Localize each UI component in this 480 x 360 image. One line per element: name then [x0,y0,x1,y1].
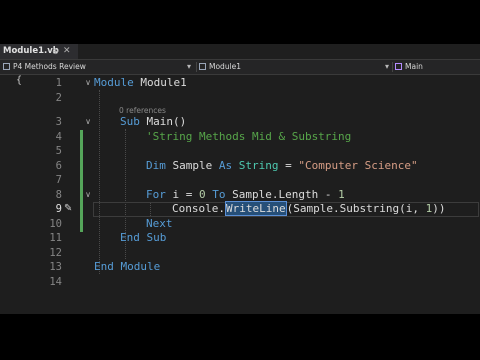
method-icon [395,63,402,70]
member-label: Main [405,62,423,71]
navigation-bar: P4 Methods Review ▾ Module1 ▾ Main [0,60,480,75]
code-editor[interactable]: { 1 2 3 4 5 6 7 8 9 10 11 12 13 14 ✎ ∨ ∨… [0,75,480,314]
tab-module1[interactable]: Module1.vb ⊕ ✕ [0,44,78,59]
project-dropdown[interactable]: P4 Methods Review ▾ [3,60,193,74]
line-number: 6 [55,159,62,172]
line-number: 4 [55,130,62,143]
collapse-icon[interactable]: ∨ [84,76,92,91]
expression: )) [432,202,446,215]
keyword: Sub [120,115,140,128]
document-tab-bar: Module1.vb ⊕ ✕ [0,44,480,60]
keyword: To [212,187,226,201]
line-number: 3 [55,116,62,128]
keyword: End Sub [120,231,167,244]
code-line-11: End Sub [120,231,166,246]
project-label: P4 Methods Review [13,62,86,71]
keyword: Dim [146,158,166,172]
line-number-current: 9 [55,203,62,215]
line-number: 8 [55,188,62,201]
line-number: 10 [49,217,62,230]
string-literal: "Computer Science" [298,158,418,172]
indent-guide [99,90,100,274]
quick-actions-icon[interactable]: ✎ [64,203,72,214]
change-tracking-bar [80,129,83,232]
line-number: 1 [55,77,62,89]
chevron-down-icon: ▾ [187,62,192,71]
number-literal: 0 [199,187,206,201]
divider [196,62,197,72]
keyword: Module [94,76,134,89]
line-number: 12 [49,246,62,259]
keyword: End Module [94,260,161,273]
line-number: 5 [55,145,62,157]
identifier: Console. [172,202,225,215]
collapse-icon[interactable]: ∨ [84,188,92,203]
type-name: String [238,158,279,172]
code-line-8: For i = 0 To Sample.Length - 1 [146,188,345,203]
code-line-10: Next [146,217,173,232]
code-line-13: End Module [94,260,160,275]
pin-icon[interactable]: ⊕ [52,44,59,59]
code-line-6: Dim Sample As String = "Computer Science… [146,159,418,174]
module-icon [199,63,206,70]
number-literal: 1 [338,187,345,201]
code-line-3: Sub Main() [120,115,186,130]
line-number: 7 [55,174,62,186]
type-dropdown[interactable]: Module1 ▾ [199,60,389,74]
keyword: As [218,158,233,172]
line-number: 14 [49,275,62,288]
keyword: For [146,187,166,201]
comment: 'String Methods Mid & Substring [146,129,352,143]
brace-indicator-icon: { [16,75,23,86]
chevron-down-icon: ▾ [385,62,390,71]
identifier: i = [165,187,199,201]
operator: = [278,158,299,172]
line-number: 2 [55,91,62,104]
tab-label: Module1.vb [3,46,59,56]
vb-project-icon [3,63,10,70]
identifier: Module1 [133,76,187,89]
code-line-4: 'String Methods Mid & Substring [146,130,351,145]
close-icon[interactable]: ✕ [63,44,71,59]
expression: (Sample.Substring(i, [286,202,426,215]
line-number: 11 [49,232,62,244]
divider [392,62,393,72]
identifier: Main() [139,115,187,128]
keyword: Next [146,216,173,230]
line-number: 13 [49,261,62,273]
code-line-9: Console.WriteLine(Sample.Substring(i, 1)… [172,201,446,217]
member-dropdown[interactable]: Main [395,60,479,74]
code-line-1: Module Module1 [94,76,187,91]
collapse-icon[interactable]: ∨ [84,115,92,130]
visual-studio-window: Module1.vb ⊕ ✕ P4 Methods Review ▾ Modul… [0,44,480,314]
expression: Sample.Length - [225,187,339,201]
identifier: Sample [165,158,219,172]
module-label: Module1 [209,62,242,71]
highlighted-identifier[interactable]: WriteLine [224,201,287,216]
